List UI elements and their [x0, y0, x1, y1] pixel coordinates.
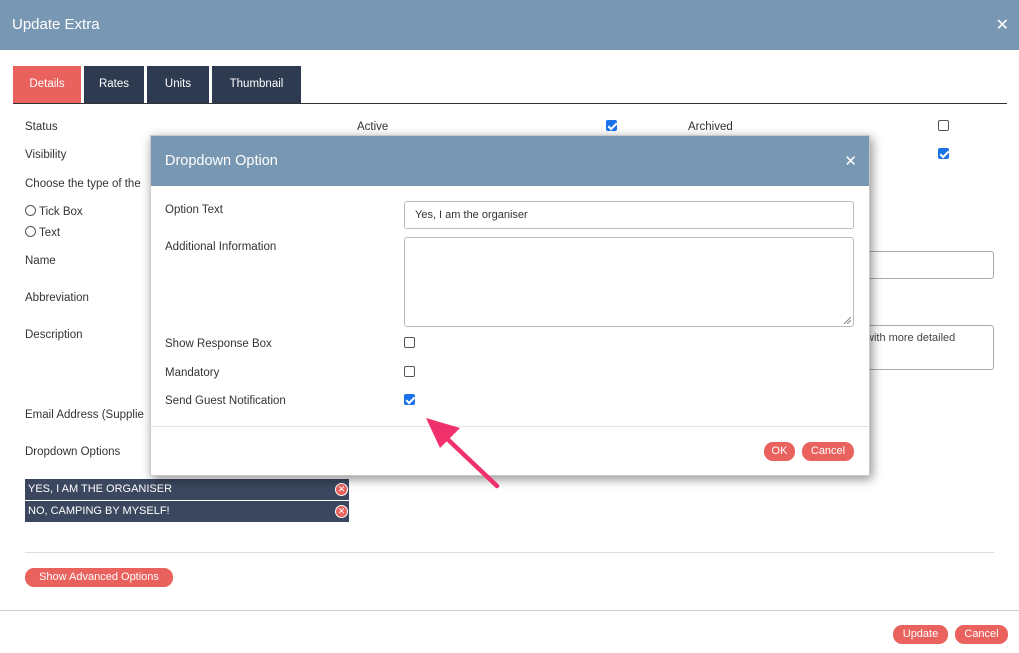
dropdown-option-text: NO, CAMPING BY MYSELF! [28, 505, 170, 517]
description-label: Description [25, 329, 83, 341]
visibility-label: Visibility [25, 149, 67, 161]
dropdown-options-label: Dropdown Options [25, 446, 121, 458]
update-extra-page: Update Extra ✕ Details Rates Units Thumb… [0, 0, 1019, 653]
show-response-label: Show Response Box [165, 338, 272, 350]
status-label: Status [25, 121, 58, 133]
show-advanced-options-button[interactable]: Show Advanced Options [25, 568, 173, 587]
option-text-input[interactable]: Yes, I am the organiser [404, 201, 854, 229]
tab-rates[interactable]: Rates [84, 66, 144, 103]
update-button[interactable]: Update [893, 625, 948, 644]
modal-divider [151, 426, 869, 427]
description-text: with more detailed [866, 332, 956, 344]
tick-box-radio[interactable] [25, 205, 36, 216]
footer-divider [0, 610, 1019, 611]
visibility-checkbox[interactable] [938, 148, 949, 159]
mandatory-checkbox[interactable] [404, 366, 415, 377]
option-text-label: Option Text [165, 204, 223, 216]
window-header: Update Extra ✕ [0, 0, 1019, 50]
tick-box-label: Tick Box [39, 206, 83, 218]
window-title: Update Extra [12, 16, 100, 33]
ok-button[interactable]: OK [764, 442, 795, 461]
resize-handle-icon[interactable] [843, 316, 851, 324]
send-notification-label: Send Guest Notification [165, 395, 286, 407]
text-radio[interactable] [25, 226, 36, 237]
additional-info-label: Additional Information [165, 241, 277, 253]
tab-details[interactable]: Details [13, 66, 81, 103]
dropdown-option-modal: Dropdown Option ✕ Option Text Yes, I am … [150, 135, 870, 476]
type-label: Choose the type of the [25, 178, 141, 190]
show-response-checkbox[interactable] [404, 337, 415, 348]
divider [25, 552, 994, 553]
dropdown-options-list: YES, I AM THE ORGANISER ✕ NO, CAMPING BY… [25, 479, 349, 523]
modal-header: Dropdown Option ✕ [151, 136, 869, 186]
cancel-button[interactable]: Cancel [955, 625, 1008, 644]
tab-bar: Details Rates Units Thumbnail [13, 66, 304, 103]
name-input[interactable] [860, 251, 994, 279]
mandatory-label: Mandatory [165, 367, 220, 379]
send-notification-checkbox[interactable] [404, 394, 415, 405]
text-option-label: Text [39, 227, 61, 239]
active-label: Active [357, 121, 389, 133]
close-icon[interactable]: ✕ [844, 152, 857, 170]
abbreviation-label: Abbreviation [25, 292, 89, 304]
description-textarea[interactable]: with more detailed [855, 325, 994, 370]
archived-label: Archived [688, 121, 733, 133]
tab-units[interactable]: Units [147, 66, 209, 103]
email-label: Email Address (Supplie [25, 409, 144, 421]
list-item[interactable]: YES, I AM THE ORGANISER ✕ [25, 479, 349, 500]
remove-icon[interactable]: ✕ [335, 505, 348, 518]
modal-cancel-button[interactable]: Cancel [802, 442, 854, 461]
list-item[interactable]: NO, CAMPING BY MYSELF! ✕ [25, 501, 349, 522]
tab-divider [13, 103, 1007, 104]
annotation-arrow-icon [426, 418, 500, 489]
tab-thumbnail[interactable]: Thumbnail [212, 66, 301, 103]
additional-info-textarea[interactable] [404, 237, 854, 327]
modal-title: Dropdown Option [165, 153, 278, 169]
archived-checkbox[interactable] [938, 120, 949, 131]
name-label: Name [25, 255, 56, 267]
remove-icon[interactable]: ✕ [335, 483, 348, 496]
active-checkbox[interactable] [606, 120, 617, 131]
dropdown-option-text: YES, I AM THE ORGANISER [28, 483, 173, 495]
close-icon[interactable]: ✕ [996, 15, 1009, 35]
